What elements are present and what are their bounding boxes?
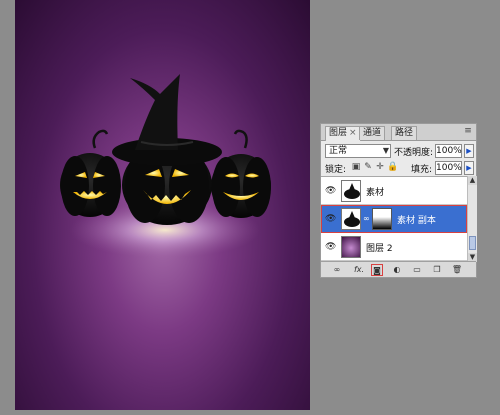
layers-list: 👁 素材 👁 ∞ 素材 副本 👁 图层 2: [321, 176, 467, 262]
layers-panel: 图层 × 通道 路径 ≡ 正常 ▼ 不透明度: 100% ▶ 锁定: ▣ ✎ ✛ …: [320, 123, 477, 278]
blend-mode-select[interactable]: 正常 ▼: [325, 144, 391, 158]
lock-label: 锁定:: [325, 165, 347, 175]
tab-paths[interactable]: 路径: [391, 126, 418, 140]
layer-thumbnail: [341, 208, 361, 230]
lock-transparency-icon[interactable]: ▣: [351, 162, 361, 172]
scroll-thumb[interactable]: [469, 236, 476, 250]
layers-scrollbar[interactable]: ▲ ▼: [467, 176, 477, 262]
blend-mode-value: 正常: [329, 146, 348, 156]
group-icon[interactable]: ▭: [411, 264, 423, 276]
layer-row-sucai-copy[interactable]: 👁 ∞ 素材 副本: [321, 205, 467, 233]
trash-icon[interactable]: 🗑: [451, 264, 463, 276]
opacity-label: 不透明度:: [394, 148, 434, 158]
adjustment-icon[interactable]: ◐: [391, 264, 403, 276]
link-chain-icon[interactable]: ∞: [363, 214, 370, 223]
panel-tabbar: 图层 × 通道 路径 ≡: [321, 124, 476, 141]
lock-row: 锁定: ▣ ✎ ✛ 🔒 填充: 100% ▶: [321, 159, 476, 176]
layer-name: 素材: [366, 188, 385, 198]
right-pumpkin: [211, 129, 271, 218]
fill-input[interactable]: 100%: [435, 161, 462, 175]
lock-all-icon[interactable]: 🔒: [387, 162, 398, 172]
panel-menu-icon[interactable]: ≡: [462, 126, 474, 137]
fx-icon[interactable]: fx.: [353, 264, 365, 276]
blend-row: 正常 ▼ 不透明度: 100% ▶: [321, 142, 476, 159]
halloween-artwork: [60, 74, 271, 258]
tab-channels-label: 通道: [363, 128, 382, 138]
close-icon[interactable]: ×: [349, 128, 357, 138]
lock-position-icon[interactable]: ✛: [375, 162, 385, 172]
panel-bottom-bar: ∞ fx. ◙ ◐ ▭ ❐ 🗑: [321, 261, 476, 277]
add-mask-icon[interactable]: ◙: [371, 264, 383, 276]
link-layers-icon[interactable]: ∞: [331, 264, 343, 276]
eye-icon[interactable]: 👁: [325, 214, 336, 224]
tab-paths-label: 路径: [395, 128, 414, 138]
witch-hat: [112, 74, 222, 166]
eye-icon[interactable]: 👁: [325, 186, 336, 196]
layer-thumbnail: [341, 236, 361, 258]
fill-label: 填充:: [411, 165, 433, 175]
tab-layers[interactable]: 图层 ×: [325, 126, 361, 141]
layer-name: 图层 2: [366, 244, 393, 254]
layer-name: 素材 副本: [397, 216, 436, 226]
left-pumpkin: [60, 129, 121, 217]
lock-pixels-icon[interactable]: ✎: [363, 162, 373, 172]
layer-thumbnail: [341, 180, 361, 202]
tab-layers-label: 图层: [329, 128, 348, 138]
scroll-up-icon[interactable]: ▲: [468, 176, 477, 185]
opacity-slider-button[interactable]: ▶: [464, 144, 474, 158]
eye-icon[interactable]: 👁: [325, 242, 336, 252]
chevron-down-icon: ▼: [382, 146, 389, 155]
layer-row-sucai[interactable]: 👁 素材: [321, 177, 467, 205]
layer-row-layer2[interactable]: 👁 图层 2: [321, 233, 467, 261]
layer-mask-thumbnail[interactable]: [372, 208, 392, 230]
tab-channels[interactable]: 通道: [359, 126, 386, 140]
fill-slider-button[interactable]: ▶: [464, 161, 474, 175]
document-canvas[interactable]: [15, 0, 310, 410]
opacity-input[interactable]: 100%: [435, 144, 462, 158]
new-layer-icon[interactable]: ❐: [431, 264, 443, 276]
